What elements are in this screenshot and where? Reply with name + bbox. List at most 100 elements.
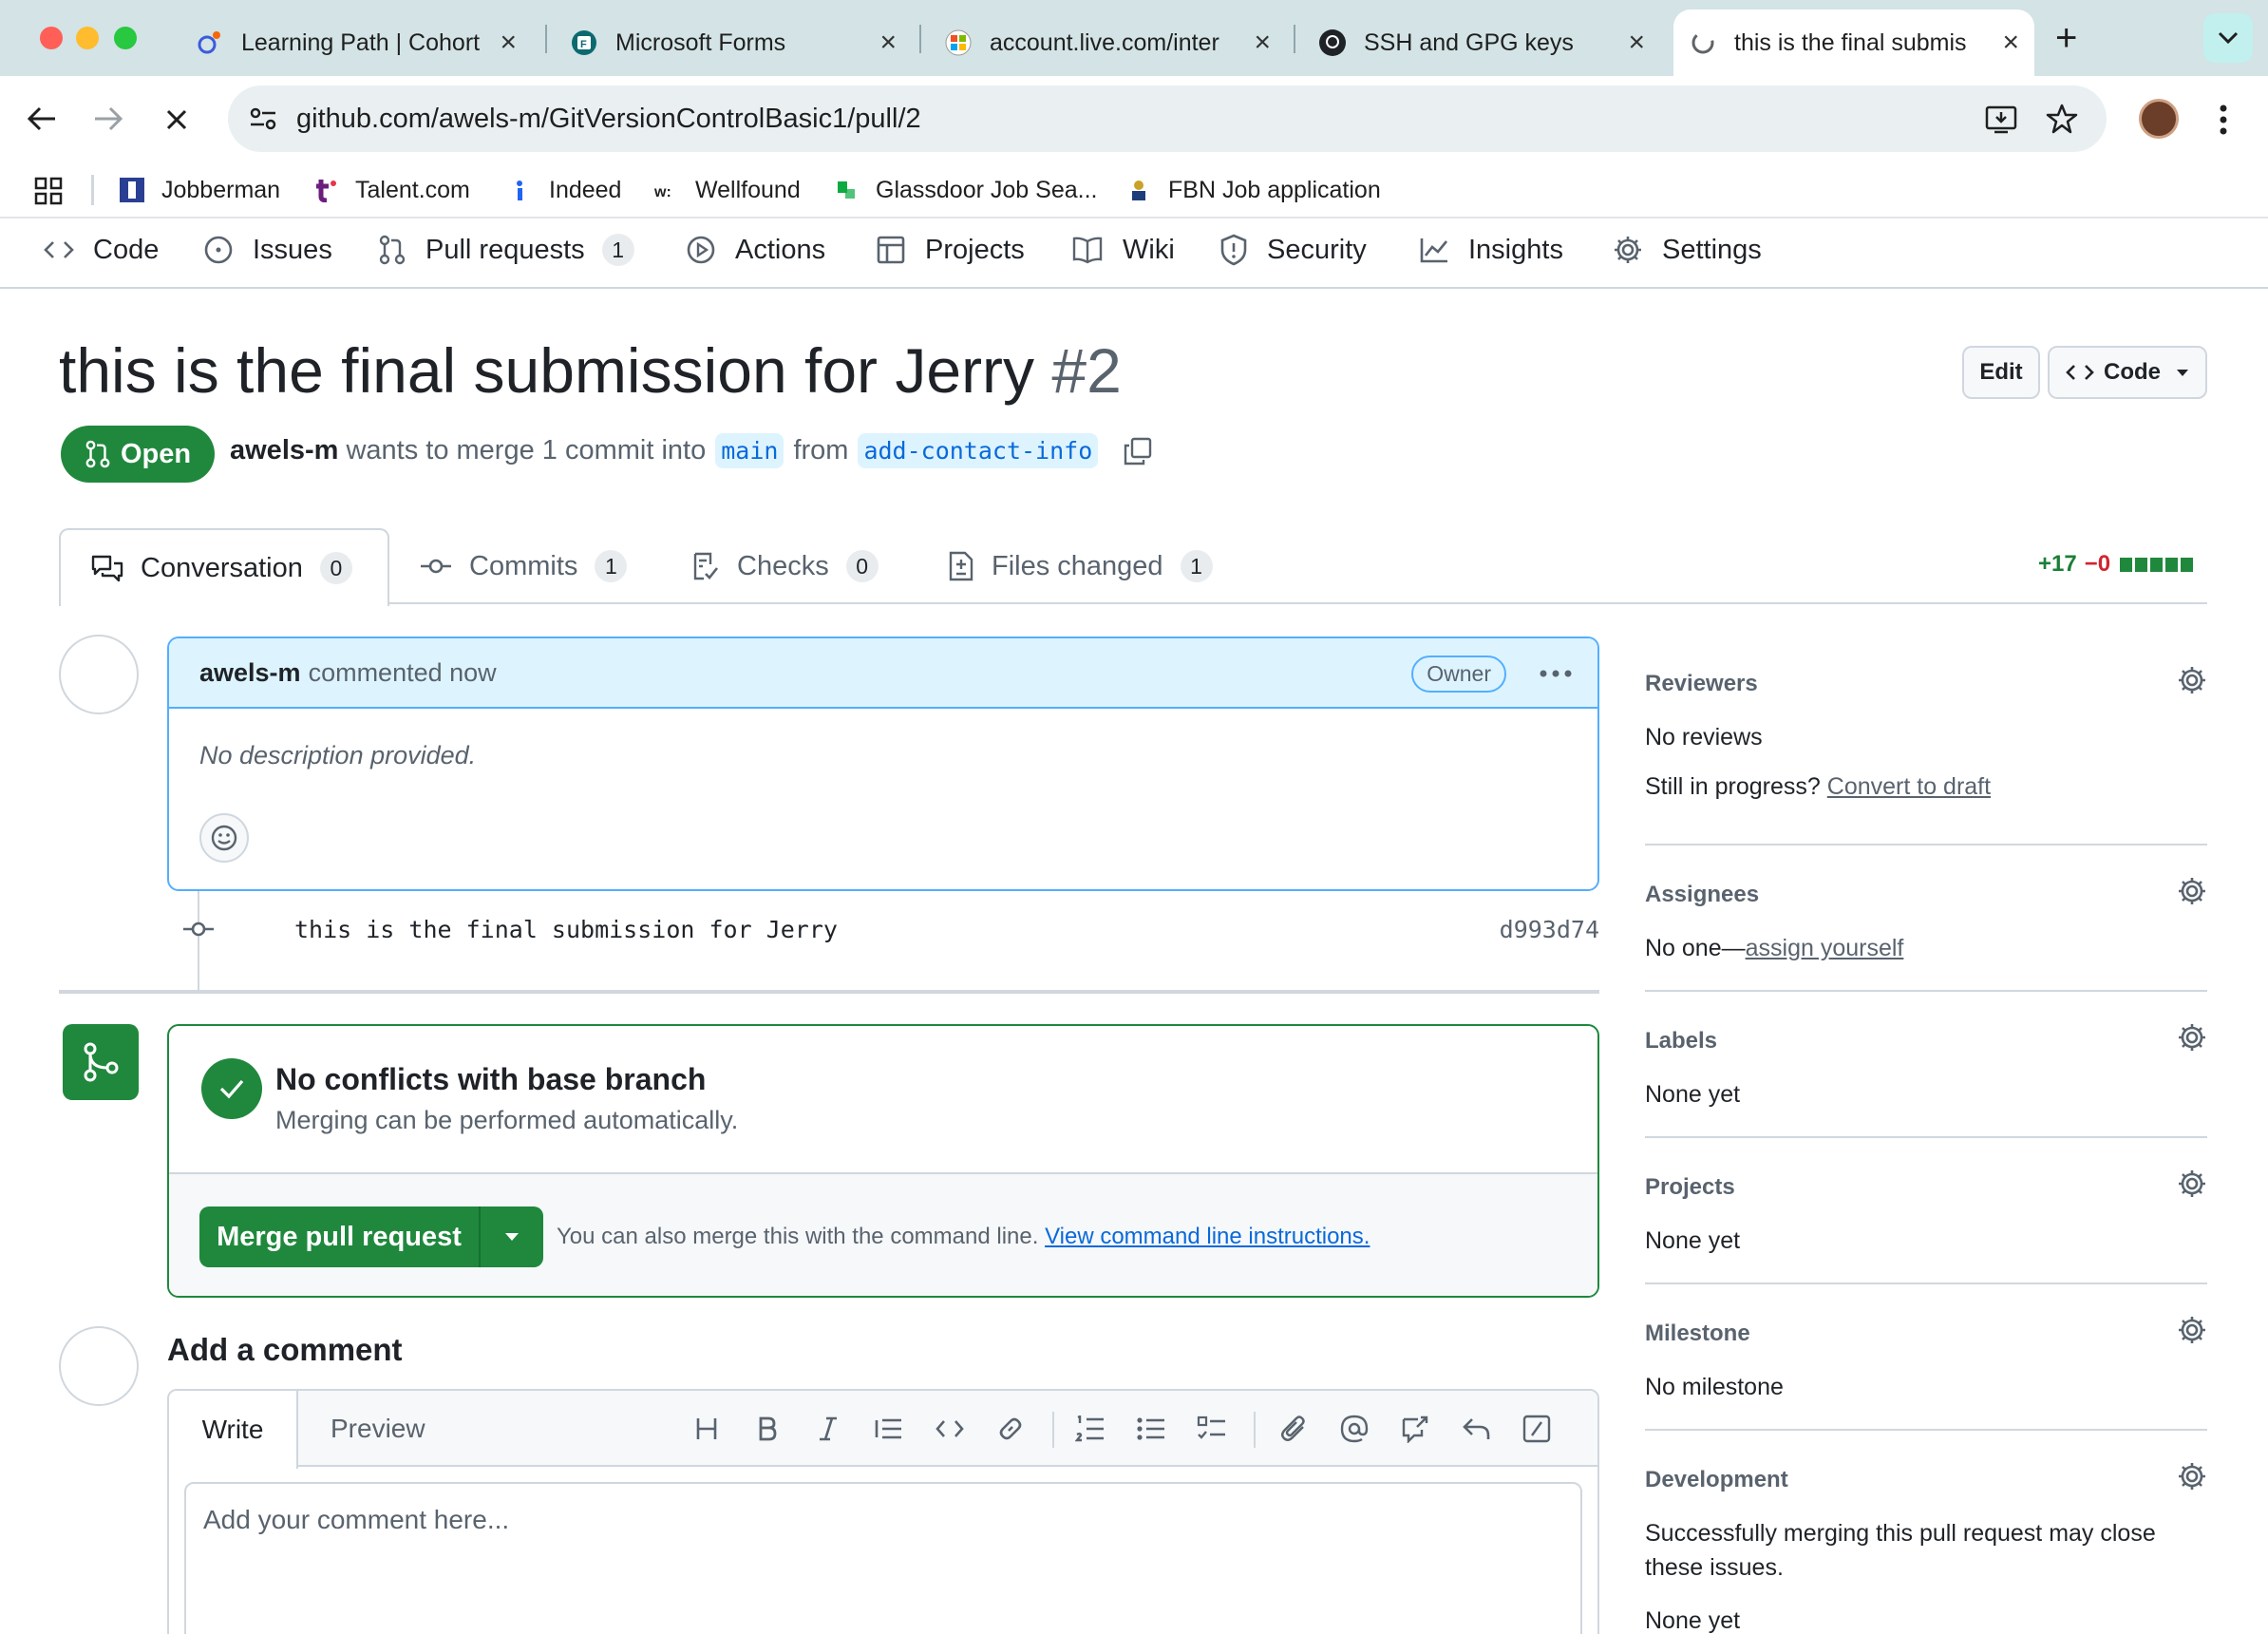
maximize-window-button[interactable] — [114, 27, 137, 49]
book-icon — [1072, 237, 1103, 264]
convert-to-draft-link[interactable]: Convert to draft — [1827, 773, 1991, 800]
browser-tab[interactable]: F Microsoft Forms × — [555, 10, 912, 76]
gear-icon[interactable] — [2177, 1022, 2207, 1053]
comment-author[interactable]: awels-m — [199, 658, 301, 688]
close-tab-icon[interactable]: × — [1628, 28, 1645, 57]
quote-icon[interactable] — [870, 1410, 908, 1448]
mention-icon[interactable] — [1335, 1410, 1373, 1448]
comment-textarea[interactable]: Add your comment here... — [184, 1482, 1582, 1634]
copy-icon[interactable] — [1123, 436, 1153, 466]
close-tab-icon[interactable]: × — [1254, 28, 1271, 57]
wellfound-icon: w: — [653, 184, 671, 200]
play-icon — [687, 236, 715, 264]
add-reaction-button[interactable] — [199, 813, 249, 863]
tab-preview[interactable]: Preview — [331, 1414, 425, 1444]
more-menu-icon[interactable] — [2219, 104, 2228, 135]
tab-search-button[interactable] — [2203, 13, 2253, 63]
bookmark-indeed[interactable]: Indeed — [507, 171, 621, 209]
forward-icon[interactable] — [93, 104, 123, 133]
close-window-button[interactable] — [40, 27, 63, 49]
browser-tab[interactable]: account.live.com/inter × — [929, 10, 1286, 76]
tab-checks[interactable]: Checks 0 — [691, 528, 879, 604]
talent-icon — [316, 180, 336, 202]
italic-icon[interactable] — [809, 1410, 847, 1448]
browser-tab[interactable]: Learning Path | Cohort × — [180, 10, 532, 76]
gear-icon[interactable] — [2177, 876, 2207, 906]
sidebar-heading: Projects — [1645, 1174, 1735, 1200]
bookmark-glassdoor[interactable]: Glassdoor Job Sea... — [834, 171, 1097, 209]
commit-message[interactable]: this is the final submission for Jerry — [294, 916, 838, 943]
repo-nav-issues[interactable]: Issues — [203, 226, 332, 274]
merge-hint: You can also merge this with the command… — [557, 1224, 1370, 1249]
apps-grid-icon[interactable] — [34, 177, 63, 205]
close-tab-icon[interactable]: × — [879, 28, 897, 57]
reply-icon[interactable] — [1457, 1410, 1495, 1448]
repo-nav-code[interactable]: Code — [44, 226, 159, 274]
repo-nav-wiki[interactable]: Wiki — [1071, 226, 1175, 274]
tab-files-changed[interactable]: Files changed 1 — [948, 528, 1213, 604]
bold-icon[interactable] — [748, 1410, 786, 1448]
repo-nav-pull-requests[interactable]: Pull requests 1 — [378, 226, 634, 274]
repo-nav-settings[interactable]: Settings — [1613, 226, 1762, 274]
back-icon[interactable] — [27, 104, 57, 133]
repo-nav-security[interactable]: Security — [1219, 226, 1367, 274]
code-icon[interactable] — [931, 1410, 969, 1448]
edit-button[interactable]: Edit — [1962, 346, 2040, 399]
attach-icon[interactable] — [1275, 1410, 1313, 1448]
pr-tabs: Conversation 0 Commits 1 Checks 0 Files cha… — [0, 528, 2268, 606]
repo-nav-projects[interactable]: Projects — [876, 226, 1025, 274]
site-info-icon[interactable] — [249, 106, 277, 131]
unordered-list-icon[interactable] — [1132, 1410, 1170, 1448]
avatar[interactable] — [59, 1326, 139, 1406]
tab-commits[interactable]: Commits 1 — [420, 528, 628, 604]
repo-nav-actions[interactable]: Actions — [686, 226, 825, 274]
profile-avatar[interactable] — [2139, 99, 2179, 139]
browser-tab-active[interactable]: this is the final submis × — [1673, 10, 2034, 76]
command-line-instructions-link[interactable]: View command line instructions. — [1045, 1224, 1370, 1249]
bookmarks-bar: Jobberman Talent.com Indeed w: Wellfound … — [0, 162, 2268, 218]
minimize-window-button[interactable] — [76, 27, 99, 49]
gear-icon[interactable] — [2177, 1315, 2207, 1345]
tab-conversation[interactable]: Conversation 0 — [59, 528, 389, 606]
bookmark-wellfound[interactable]: w: Wellfound — [653, 171, 801, 209]
code-dropdown-button[interactable]: Code — [2048, 346, 2207, 399]
bookmark-star-icon[interactable] — [2046, 103, 2078, 135]
comment-timestamp[interactable]: commented now — [309, 658, 497, 688]
assign-yourself-link[interactable]: assign yourself — [1746, 935, 1904, 961]
tab-write[interactable]: Write — [169, 1391, 298, 1469]
stop-loading-icon[interactable] — [165, 108, 188, 131]
address-bar[interactable]: github.com/awels-m/GitVersionControlBasi… — [228, 86, 2107, 152]
new-tab-button[interactable]: + — [2055, 19, 2077, 57]
browser-toolbar: github.com/awels-m/GitVersionControlBasi… — [0, 76, 2268, 162]
pr-author-link[interactable]: awels-m — [230, 435, 338, 466]
cross-reference-icon[interactable] — [1396, 1410, 1434, 1448]
bookmark-jobberman[interactable]: Jobberman — [120, 171, 280, 209]
gear-icon[interactable] — [2177, 1168, 2207, 1199]
install-app-icon[interactable] — [1985, 104, 2017, 135]
kebab-horizontal-icon[interactable] — [1539, 669, 1573, 678]
avatar[interactable] — [59, 635, 139, 714]
merge-pull-request-button[interactable]: Merge pull request — [199, 1206, 543, 1267]
ordered-list-icon[interactable] — [1071, 1410, 1109, 1448]
gear-icon[interactable] — [2177, 665, 2207, 695]
diffstat-added: +17 — [2038, 551, 2077, 577]
issue-icon — [204, 236, 233, 264]
bookmark-talent[interactable]: Talent.com — [313, 171, 470, 209]
bookmark-fbn[interactable]: FBN Job application — [1126, 171, 1381, 209]
gear-icon[interactable] — [2177, 1461, 2207, 1492]
task-list-icon[interactable] — [1193, 1410, 1231, 1448]
close-tab-icon[interactable]: × — [500, 28, 517, 57]
pull-request-count: 1 — [601, 234, 634, 266]
browser-tab[interactable]: SSH and GPG keys × — [1303, 10, 1660, 76]
pull-request-icon — [379, 235, 406, 265]
link-icon[interactable] — [992, 1410, 1030, 1448]
base-branch[interactable]: main — [715, 433, 784, 468]
owner-badge: Owner — [1411, 656, 1506, 693]
close-tab-icon[interactable]: × — [2002, 28, 2019, 57]
slash-command-icon[interactable] — [1518, 1410, 1556, 1448]
heading-icon[interactable] — [688, 1410, 726, 1448]
merge-options-dropdown[interactable] — [481, 1232, 543, 1242]
commit-sha[interactable]: d993d74 — [1500, 916, 1599, 943]
head-branch[interactable]: add-contact-info — [858, 433, 1099, 468]
repo-nav-insights[interactable]: Insights — [1419, 226, 1563, 274]
